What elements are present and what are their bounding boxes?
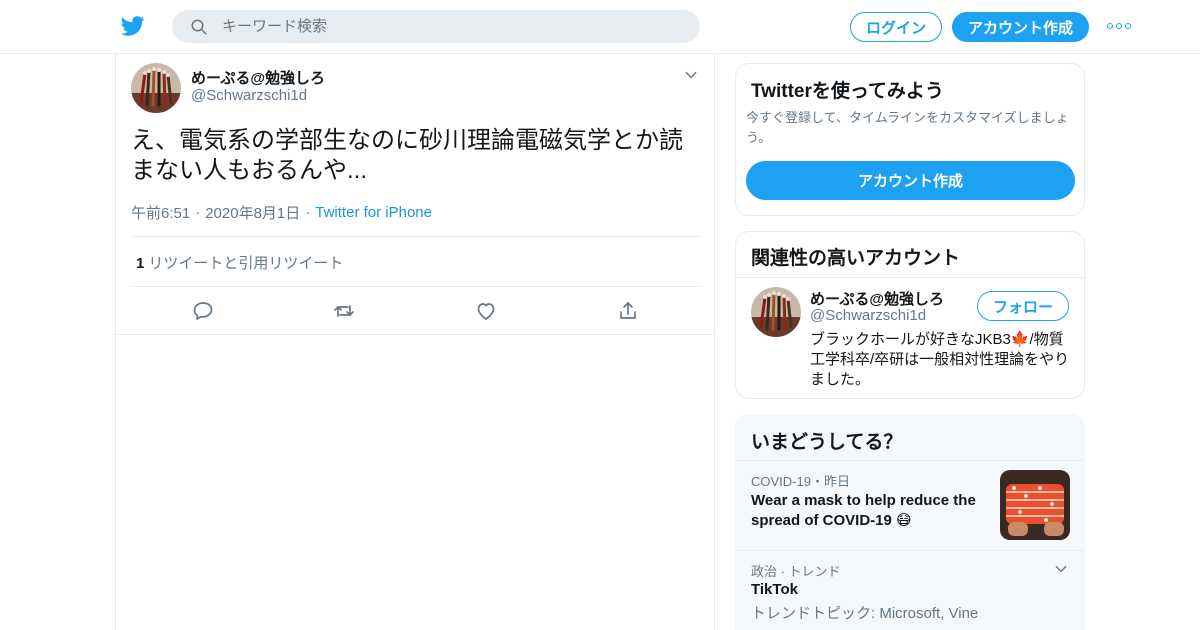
related-account-name[interactable]: めーぷる@勉強しろ xyxy=(810,288,944,309)
related-accounts-title: 関連性の高いアカウント xyxy=(751,248,961,269)
tweet-meta: 午前6:51 · 2020年8月1日 · Twitter for iPhone xyxy=(131,202,432,223)
search-icon xyxy=(191,19,207,35)
search-box[interactable] xyxy=(172,10,700,43)
more-icon[interactable] xyxy=(1107,23,1131,31)
divider xyxy=(736,550,1084,551)
divider xyxy=(736,277,1084,278)
signup-card-subtitle: 今すぐ登録して、タイムラインをカスタマイズしましょう。 xyxy=(746,110,1069,145)
trend-thumbnail[interactable] xyxy=(1000,470,1070,540)
twitter-bird-icon[interactable] xyxy=(120,14,146,38)
separator-dot: · xyxy=(305,204,311,221)
signup-card-button[interactable]: アカウント作成 xyxy=(746,161,1075,200)
author-name[interactable]: めーぷる@勉強しろ xyxy=(191,67,325,88)
trends-title: いまどうしてる？ xyxy=(751,432,903,453)
bio-line: ブラックホールが好きなJKB3🍁/物質 xyxy=(810,331,1064,348)
separator-dot: · xyxy=(195,204,201,221)
divider xyxy=(131,236,700,237)
trends-card: いまどうしてる？ COVID-19・昨日 Wear a mask to help… xyxy=(735,414,1085,630)
tweet-panel: めーぷる@勉強しろ @Schwarzschi1d え、電気系の学部生なのに砂川理… xyxy=(115,54,715,630)
author-handle[interactable]: @Schwarzschi1d xyxy=(191,87,307,104)
chevron-down-icon[interactable] xyxy=(684,68,698,82)
signup-card-title: Twitterを使ってみよう xyxy=(751,81,944,102)
search-input[interactable] xyxy=(222,10,682,43)
bio-line: 工学科卒/卒研は一般相対性理論をやり xyxy=(810,351,1070,368)
tweet-actions xyxy=(116,299,716,325)
trend-meta: 政治 · トレンド xyxy=(751,564,841,579)
tweet-date[interactable]: 2020年8月1日 xyxy=(205,202,300,223)
trend-subtitle: トレンドトピック: Microsoft, Vine xyxy=(751,605,979,622)
bio-line: ました。 xyxy=(810,371,871,388)
related-accounts-card: 関連性の高いアカウント めーぷる@勉強しろ @Schwarzschi1d フォロ… xyxy=(735,231,1085,399)
follow-button[interactable]: フォロー xyxy=(977,291,1069,321)
trend-meta: COVID-19・昨日 xyxy=(751,474,850,489)
divider xyxy=(116,334,715,335)
login-button[interactable]: ログイン xyxy=(850,12,942,42)
signup-button[interactable]: アカウント作成 xyxy=(952,12,1089,42)
retweet-stats[interactable]: 1 リツイートと引用リツイート xyxy=(136,252,343,273)
top-bar: ログイン アカウント作成 xyxy=(0,0,1200,54)
tweet-text: え、電気系の学部生なのに砂川理論電磁気学とか読まない人もおるんや... xyxy=(131,127,683,184)
trend-headline-line: spread of COVID-19 😷 xyxy=(751,512,912,529)
trend-headline-line: Wear a mask to help reduce the xyxy=(751,492,976,509)
retweet-label: リツイートと引用リツイート xyxy=(148,255,344,272)
share-icon[interactable] xyxy=(616,299,640,323)
tweet-source-link[interactable]: Twitter for iPhone xyxy=(315,204,432,221)
avatar[interactable] xyxy=(131,63,181,113)
related-account-handle[interactable]: @Schwarzschi1d xyxy=(810,307,926,324)
trend-more: … xyxy=(751,623,764,630)
trend-headline[interactable]: Wear a mask to help reduce the spread of… xyxy=(751,491,981,531)
chevron-down-icon[interactable] xyxy=(1054,562,1068,576)
tweet-time[interactable]: 午前6:51 xyxy=(131,202,190,223)
divider xyxy=(131,286,700,287)
signup-card: Twitterを使ってみよう 今すぐ登録して、タイムラインをカスタマイズしましょ… xyxy=(735,63,1085,216)
reply-icon[interactable] xyxy=(191,299,215,323)
related-account-bio: ブラックホールが好きなJKB3🍁/物質 工学科卒/卒研は一般相対性理論をやり ま… xyxy=(810,330,1075,390)
retweet-count: 1 xyxy=(136,255,145,272)
trend-name[interactable]: TikTok xyxy=(751,581,798,598)
retweet-icon[interactable] xyxy=(332,299,356,323)
like-icon[interactable] xyxy=(474,299,498,323)
divider xyxy=(736,460,1084,461)
avatar[interactable] xyxy=(751,287,801,337)
